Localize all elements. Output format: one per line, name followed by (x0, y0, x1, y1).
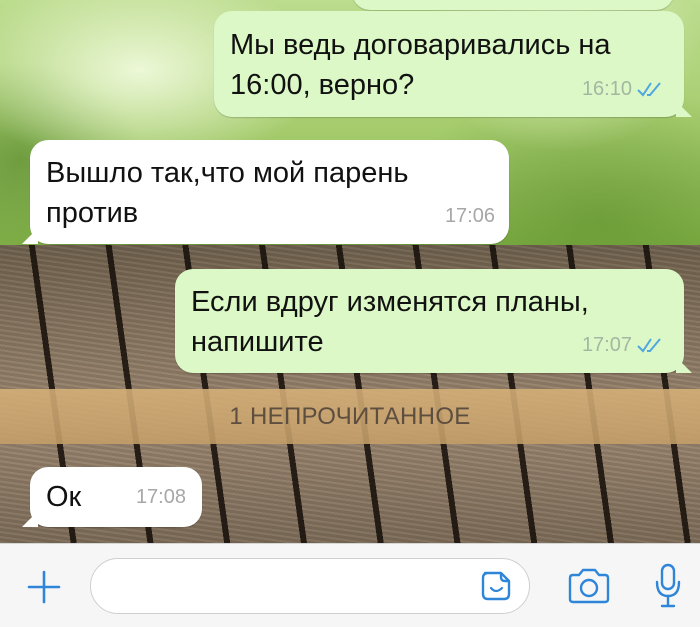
message-meta: 17:07 (582, 325, 666, 365)
message-input-field[interactable] (90, 558, 530, 615)
message-time: 17:06 (444, 205, 495, 227)
message-bubble-partial[interactable] (352, 0, 674, 10)
message-time: 17:08 (135, 486, 186, 508)
sticker-icon[interactable] (479, 569, 513, 603)
message-bubble-incoming[interactable]: Ок 17:08 (22, 467, 202, 527)
unread-divider-label: 1 НЕПРОЧИТАННОЕ (229, 402, 471, 430)
double-check-icon (637, 82, 661, 97)
message-time: 17:07 (581, 334, 632, 356)
message-input-bar (0, 543, 700, 627)
message-bubble-outgoing[interactable]: Если вдруг изменятся планы, напишите 17:… (175, 269, 692, 373)
message-bubble-outgoing[interactable]: Мы ведь договаривались на 16:00, верно? … (214, 11, 692, 117)
message-input[interactable] (109, 559, 473, 615)
chat-background: Мы ведь договаривались на 16:00, верно? … (0, 0, 700, 543)
double-check-icon (637, 338, 661, 353)
bubble-tail (676, 101, 692, 117)
microphone-icon[interactable] (654, 562, 682, 610)
unread-divider: 1 НЕПРОЧИТАННОЕ (0, 389, 700, 444)
bubble-tail (22, 228, 38, 244)
camera-icon[interactable] (566, 566, 612, 606)
bubble-tail (676, 357, 692, 373)
message-time: 16:10 (581, 78, 632, 100)
message-text: Вышло так,что мой парень против (46, 157, 409, 229)
message-meta: 17:06 (445, 196, 495, 236)
bubble-tail (22, 511, 38, 527)
message-meta: 16:10 (582, 69, 666, 109)
message-bubble-incoming[interactable]: Вышло так,что мой парень против 17:06 (22, 140, 509, 244)
message-meta: 17:08 (136, 477, 186, 517)
plus-icon[interactable] (26, 569, 62, 605)
